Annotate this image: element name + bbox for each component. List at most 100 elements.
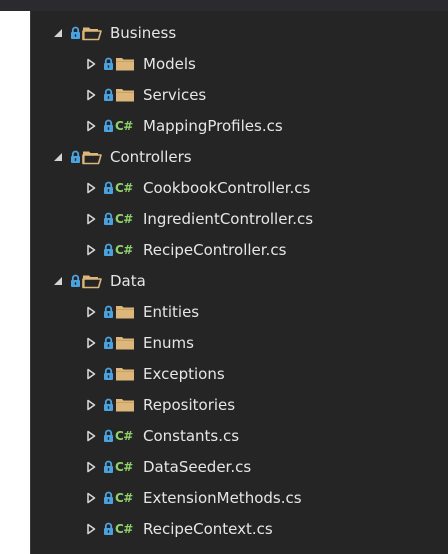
lock-icon	[103, 88, 113, 101]
lock-icon	[103, 460, 113, 473]
collapsed-triangle-icon	[87, 461, 96, 472]
csharp-file-icon: C#	[115, 489, 137, 507]
csharp-file-icon: C#	[115, 210, 137, 228]
folder-open-icon	[82, 275, 102, 288]
tree-item-label: Controllers	[110, 147, 192, 166]
lock-icon	[103, 243, 113, 256]
tree-folder-item[interactable]: Repositories	[31, 389, 448, 420]
tree-file-item[interactable]: C# ExtensionMethods.cs	[31, 482, 448, 513]
source-control-lock	[69, 25, 81, 41]
lock-icon	[70, 150, 80, 163]
expand-toggle[interactable]	[82, 55, 100, 73]
collapsed-triangle-icon	[87, 89, 96, 100]
tree-file-item[interactable]: C# DataSeeder.cs	[31, 451, 448, 482]
tree-folder-item[interactable]: Models	[31, 48, 448, 79]
solution-tree[interactable]: Business Models Services C# MappingProfiles.…	[30, 11, 448, 554]
tree-folder-item[interactable]: Controllers	[31, 141, 448, 172]
tree-folder-item[interactable]: Services	[31, 79, 448, 110]
collapsed-triangle-icon	[87, 213, 96, 224]
tree-folder-item[interactable]: Exceptions	[31, 358, 448, 389]
lock-icon	[70, 26, 80, 39]
collapsed-triangle-icon	[87, 399, 96, 410]
csharp-badge: C#	[115, 180, 133, 195]
lock-icon	[103, 491, 113, 504]
csharp-badge: C#	[115, 490, 133, 505]
folder-icon	[116, 367, 134, 380]
csharp-file-icon: C#	[115, 520, 137, 538]
expand-toggle[interactable]	[82, 427, 100, 445]
expand-toggle[interactable]	[82, 210, 100, 228]
folder-container	[115, 396, 137, 414]
tree-folder-item[interactable]: Entities	[31, 296, 448, 327]
tree-folder-item[interactable]: Data	[31, 265, 448, 296]
folder-container	[115, 365, 137, 383]
folder-container	[115, 334, 137, 352]
source-control-lock	[102, 428, 114, 444]
expand-toggle[interactable]	[82, 241, 100, 259]
tree-rows: Business Models Services C# MappingProfiles.…	[31, 17, 448, 544]
expand-toggle[interactable]	[82, 489, 100, 507]
folder-open-icon	[82, 151, 102, 164]
csharp-badge: C#	[115, 118, 133, 133]
csharp-file-icon: C#	[115, 179, 137, 197]
tree-item-label: MappingProfiles.cs	[143, 116, 283, 135]
source-control-lock	[102, 366, 114, 382]
tree-file-item[interactable]: C# IngredientController.cs	[31, 203, 448, 234]
source-control-lock	[102, 211, 114, 227]
csharp-badge: C#	[115, 521, 133, 536]
lock-icon	[103, 398, 113, 411]
tree-item-label: Repositories	[143, 395, 236, 414]
tree-item-label: DataSeeder.cs	[143, 457, 252, 476]
collapse-toggle[interactable]	[49, 24, 67, 42]
csharp-file-icon: C#	[115, 241, 137, 259]
expanded-triangle-icon	[54, 28, 62, 37]
csharp-file-icon: C#	[115, 117, 137, 135]
folder-icon	[116, 305, 134, 318]
lock-icon	[103, 305, 113, 318]
expand-toggle[interactable]	[82, 303, 100, 321]
solution-explorer-panel: Business Models Services C# MappingProfiles.…	[0, 0, 448, 554]
lock-icon	[103, 119, 113, 132]
tree-folder-item[interactable]: Business	[31, 17, 448, 48]
expand-toggle[interactable]	[82, 458, 100, 476]
source-control-lock	[102, 56, 114, 72]
source-control-lock	[102, 242, 114, 258]
tree-item-label: Models	[143, 54, 196, 73]
csharp-badge: C#	[115, 211, 133, 226]
collapse-toggle[interactable]	[49, 272, 67, 290]
tree-item-label: IngredientController.cs	[143, 209, 314, 228]
csharp-file-icon: C#	[115, 427, 137, 445]
tree-item-label: ExtensionMethods.cs	[143, 488, 302, 507]
folder-icon	[116, 398, 134, 411]
tree-file-item[interactable]: C# Constants.cs	[31, 420, 448, 451]
tree-item-label: Business	[110, 23, 177, 42]
open-folder-container	[82, 148, 104, 166]
expand-toggle[interactable]	[82, 365, 100, 383]
open-folder-container	[82, 272, 104, 290]
tree-file-item[interactable]: C# CookbookController.cs	[31, 172, 448, 203]
collapse-toggle[interactable]	[49, 148, 67, 166]
tree-item-label: Enums	[143, 333, 194, 352]
tree-file-item[interactable]: C# RecipeContext.cs	[31, 513, 448, 544]
tree-file-item[interactable]: C# MappingProfiles.cs	[31, 110, 448, 141]
lock-icon	[103, 429, 113, 442]
collapsed-triangle-icon	[87, 120, 96, 131]
collapsed-triangle-icon	[87, 337, 96, 348]
expand-toggle[interactable]	[82, 117, 100, 135]
collapsed-triangle-icon	[87, 523, 96, 534]
expand-toggle[interactable]	[82, 179, 100, 197]
folder-open-icon	[82, 27, 102, 40]
expand-toggle[interactable]	[82, 396, 100, 414]
tree-file-item[interactable]: C# RecipeController.cs	[31, 234, 448, 265]
folder-container	[115, 55, 137, 73]
expand-toggle[interactable]	[82, 334, 100, 352]
collapsed-triangle-icon	[87, 306, 96, 317]
collapsed-triangle-icon	[87, 182, 96, 193]
lock-icon	[103, 212, 113, 225]
lock-icon	[103, 367, 113, 380]
expand-toggle[interactable]	[82, 86, 100, 104]
expand-toggle[interactable]	[82, 520, 100, 538]
tree-folder-item[interactable]: Enums	[31, 327, 448, 358]
tree-item-label: Exceptions	[143, 364, 225, 383]
collapsed-triangle-icon	[87, 492, 96, 503]
